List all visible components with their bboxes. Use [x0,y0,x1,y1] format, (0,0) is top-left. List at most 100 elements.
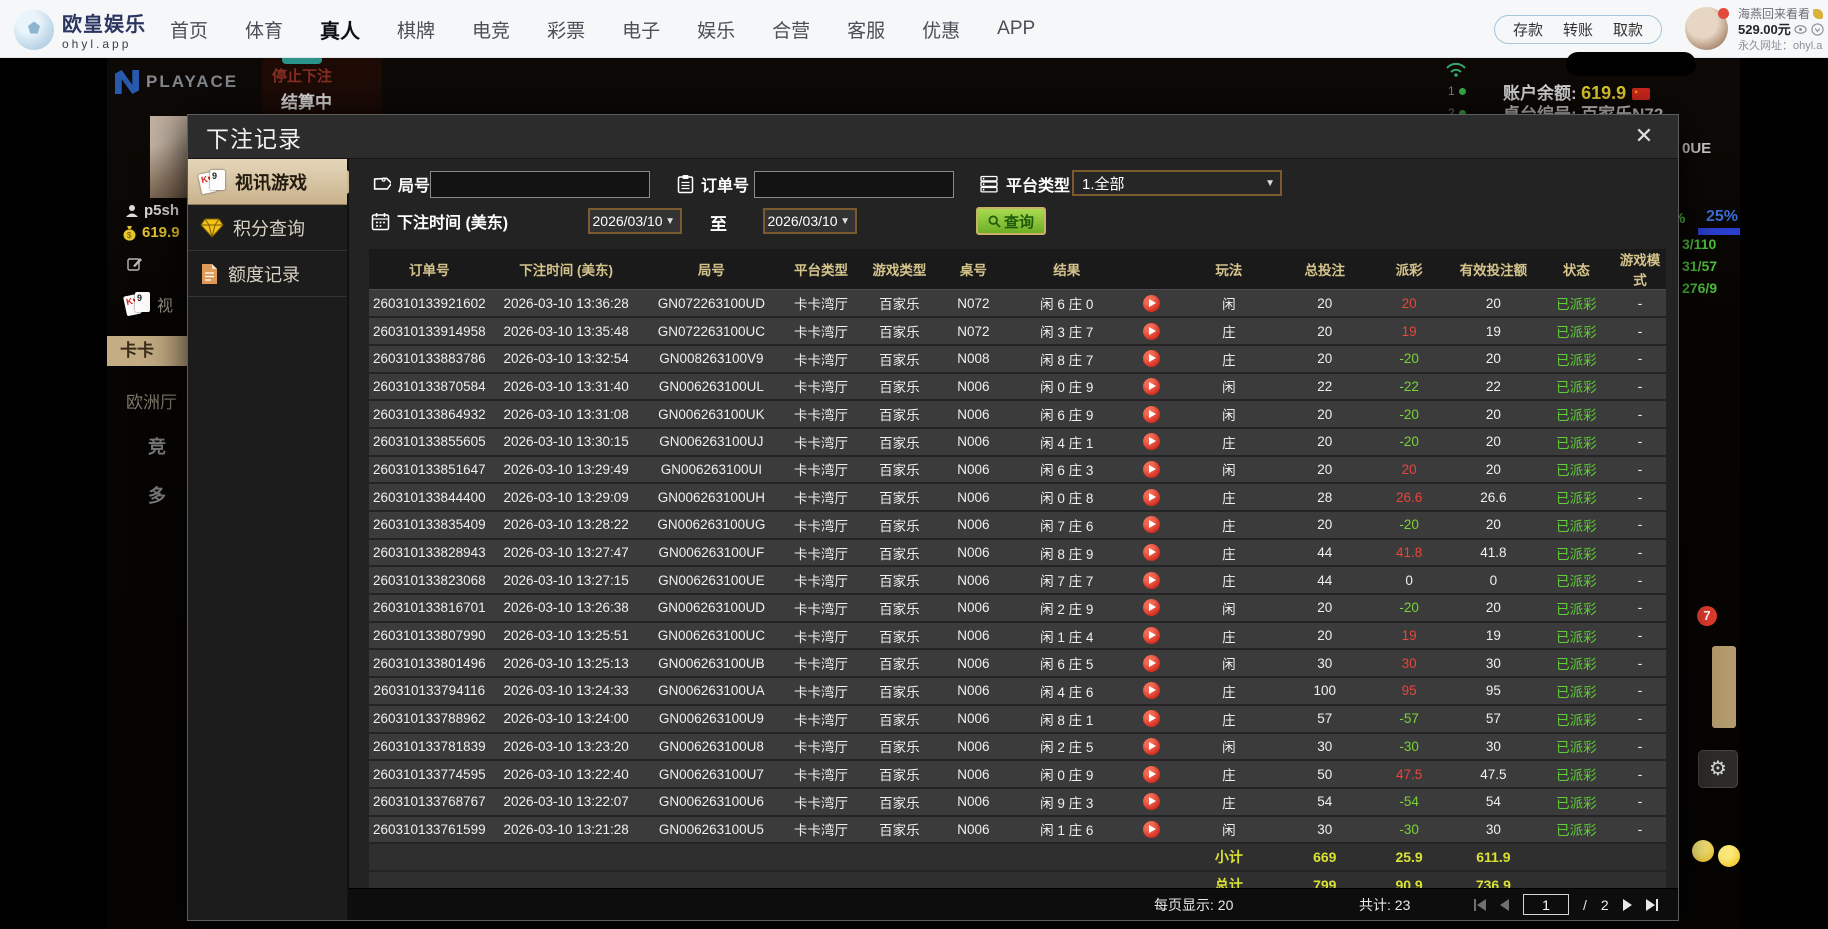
cell-platform: 卡卡湾厅 [780,594,862,622]
cell-status: 已派彩 [1539,511,1614,539]
wallet-button-转账[interactable]: 转账 [1563,19,1593,40]
cell-replay [1124,290,1178,318]
cell-valid-bet: 30 [1448,649,1539,677]
last-page-button[interactable] [1646,899,1658,911]
nav-item-真人[interactable]: 真人 [320,15,360,44]
cell-replay [1124,317,1178,345]
cell-game-type: 百家乐 [862,705,937,733]
nav-item-电竞[interactable]: 电竞 [472,16,510,43]
time-filter-group: 下注时间 (美东) [371,209,508,233]
order-input[interactable] [754,171,954,198]
edit-icon[interactable] [127,256,143,272]
hall-kaka[interactable]: 卡卡 [107,336,187,366]
cell-game-mode: - [1614,483,1666,511]
play-icon[interactable] [1143,323,1160,340]
subtotal-row-cell [1124,843,1178,871]
side-vertical-banner[interactable] [1712,646,1736,728]
play-icon[interactable] [1143,295,1160,312]
hall-europe[interactable]: 欧洲厅 [126,388,177,413]
close-icon[interactable]: ✕ [1630,123,1658,149]
cell-valid-bet: 22 [1448,373,1539,401]
nav-item-合营[interactable]: 合营 [772,16,810,43]
play-icon[interactable] [1143,516,1160,533]
nav-item-电子[interactable]: 电子 [622,16,660,43]
play-icon[interactable] [1143,489,1160,506]
nav-item-首页[interactable]: 首页 [170,16,208,43]
cell-order: 260310133774595 [369,760,490,788]
next-page-button[interactable] [1623,899,1632,911]
cell-platform: 卡卡湾厅 [780,400,862,428]
wallet-button-group: 存款转账取款 [1494,15,1662,44]
nav-item-彩票[interactable]: 彩票 [547,16,585,43]
nav-item-体育[interactable]: 体育 [245,16,283,43]
play-icon[interactable] [1143,627,1160,644]
cell-round: GN006263100U9 [643,705,780,733]
wallet-button-存款[interactable]: 存款 [1513,19,1543,40]
play-icon[interactable] [1143,655,1160,672]
cell-round: GN006263100U8 [643,733,780,761]
nav-item-娱乐[interactable]: 娱乐 [697,16,735,43]
player-percent: 25% [1706,208,1738,226]
play-icon[interactable] [1143,461,1160,478]
cell-round: GN006263100U7 [643,760,780,788]
cell-table: N072 [937,290,1010,318]
cell-table: N006 [937,456,1010,484]
cell-time: 2026-03-10 13:25:51 [490,622,643,650]
cell-order: 260310133883786 [369,345,490,373]
search-button[interactable]: 查询 [976,207,1046,235]
refresh-chevron-icon[interactable] [1811,23,1824,36]
cell-bet-type: 闲 [1178,816,1279,844]
nav-item-棋牌[interactable]: 棋牌 [397,16,435,43]
date-to-select[interactable]: 2026/03/10 ▼ [763,208,857,234]
date-to-value: 2026/03/10 [765,213,840,229]
sidebar-item-视讯游戏[interactable]: K♥9视讯游戏 [188,159,347,205]
date-from-select[interactable]: 2026/03/10 ▼ [588,208,682,234]
sidebar-item-label: 积分查询 [233,215,305,241]
sidebar-item-额度记录[interactable]: 额度记录 [188,251,347,297]
play-icon[interactable] [1143,599,1160,616]
cell-round: GN006263100UD [643,594,780,622]
order-filter-label: 订单号 [701,172,749,196]
eye-icon[interactable] [1794,23,1807,36]
emoji-icon-2[interactable] [1718,845,1740,867]
site-logo[interactable]: 欧皇娱乐 ohyl.app [14,8,146,51]
first-page-button[interactable] [1474,899,1486,911]
play-icon[interactable] [1143,406,1160,423]
play-icon[interactable] [1143,821,1160,838]
play-icon[interactable] [1143,710,1160,727]
gear-icon[interactable]: ⚙ [1698,750,1738,788]
hall-duo[interactable]: 多 [148,482,166,508]
play-icon[interactable] [1143,572,1160,589]
play-icon[interactable] [1143,350,1160,367]
cell-valid-bet: 20 [1448,511,1539,539]
seat-1: 1 [1448,84,1466,98]
nav-item-客服[interactable]: 客服 [847,16,885,43]
play-icon[interactable] [1143,433,1160,450]
nav-item-APP[interactable]: APP [997,18,1035,40]
cell-total-bet: 28 [1279,483,1370,511]
play-icon[interactable] [1143,766,1160,783]
right-stat: 3/110 [1682,236,1716,252]
nav-item-优惠[interactable]: 优惠 [922,16,960,43]
hall-jing[interactable]: 竞 [148,433,166,459]
sidebar-item-积分查询[interactable]: 积分查询 [188,205,347,251]
cell-payout: -20 [1370,345,1448,373]
user-avatar[interactable] [1685,7,1728,50]
play-icon[interactable] [1143,738,1160,755]
pagination: 1 / 2 [1474,894,1658,915]
player-balance-row: $ 619.9 [122,224,180,241]
play-icon[interactable] [1143,682,1160,699]
platform-select[interactable]: 1.全部 ▼ [1072,170,1282,196]
topbar: 欧皇娱乐 ohyl.app 首页体育真人棋牌电竞彩票电子娱乐合营客服优惠APP … [0,0,1828,58]
prev-page-button[interactable] [1500,899,1509,911]
play-icon[interactable] [1143,793,1160,810]
play-icon[interactable] [1143,544,1160,561]
play-icon[interactable] [1143,378,1160,395]
bet-records-modal: 下注记录 ✕ K♥9视讯游戏积分查询额度记录 局号 订单号 平台类型 [187,114,1679,921]
emoji-icon-1[interactable] [1692,840,1714,862]
cell-order: 260310133864932 [369,400,490,428]
wallet-button-取款[interactable]: 取款 [1613,19,1643,40]
round-input[interactable] [430,171,650,198]
round-code-fragment: 0UE [1682,140,1711,157]
current-page-input[interactable]: 1 [1523,894,1569,915]
